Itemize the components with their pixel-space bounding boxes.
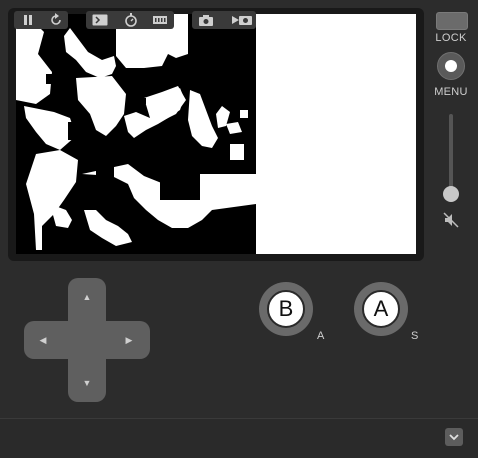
- a-button-key-hint: S: [411, 330, 419, 342]
- chevron-down-icon: [449, 434, 459, 441]
- volume-slider-track[interactable]: [449, 114, 453, 196]
- record-video-icon[interactable]: [230, 11, 254, 29]
- game-screen[interactable]: [16, 14, 416, 254]
- b-button[interactable]: B: [259, 282, 313, 336]
- lock-label: LOCK: [435, 32, 467, 44]
- mute-icon[interactable]: [443, 212, 459, 228]
- b-button-key-hint: A: [317, 330, 325, 342]
- lock-button[interactable]: [436, 12, 468, 30]
- dpad-down-icon[interactable]: ▼: [80, 376, 94, 390]
- b-button-label: B: [267, 290, 305, 328]
- dpad-right-icon[interactable]: ▶: [122, 333, 136, 347]
- screenshot-icon[interactable]: [196, 11, 216, 29]
- a-button-label: A: [362, 290, 400, 328]
- simulator-window: LOCK MENU ▲ ▼ ◀ ▶ B A A S: [0, 0, 478, 458]
- menu-label: MENU: [434, 86, 468, 98]
- menu-button-dot: [445, 60, 457, 72]
- menu-button[interactable]: [437, 52, 465, 80]
- console-icon[interactable]: [90, 11, 110, 29]
- memory-chip-icon[interactable]: [150, 11, 170, 29]
- pause-icon[interactable]: [18, 11, 38, 29]
- screen-image: [16, 14, 416, 254]
- restart-icon[interactable]: [46, 11, 66, 29]
- dpad[interactable]: ▲ ▼ ◀ ▶: [24, 278, 150, 402]
- dpad-left-icon[interactable]: ◀: [36, 333, 50, 347]
- bottom-toolbar: [0, 418, 478, 458]
- collapse-button[interactable]: [445, 428, 463, 446]
- a-button[interactable]: A: [354, 282, 408, 336]
- dpad-up-icon[interactable]: ▲: [80, 290, 94, 304]
- volume-slider-thumb[interactable]: [443, 186, 459, 202]
- stopwatch-icon[interactable]: [121, 11, 141, 29]
